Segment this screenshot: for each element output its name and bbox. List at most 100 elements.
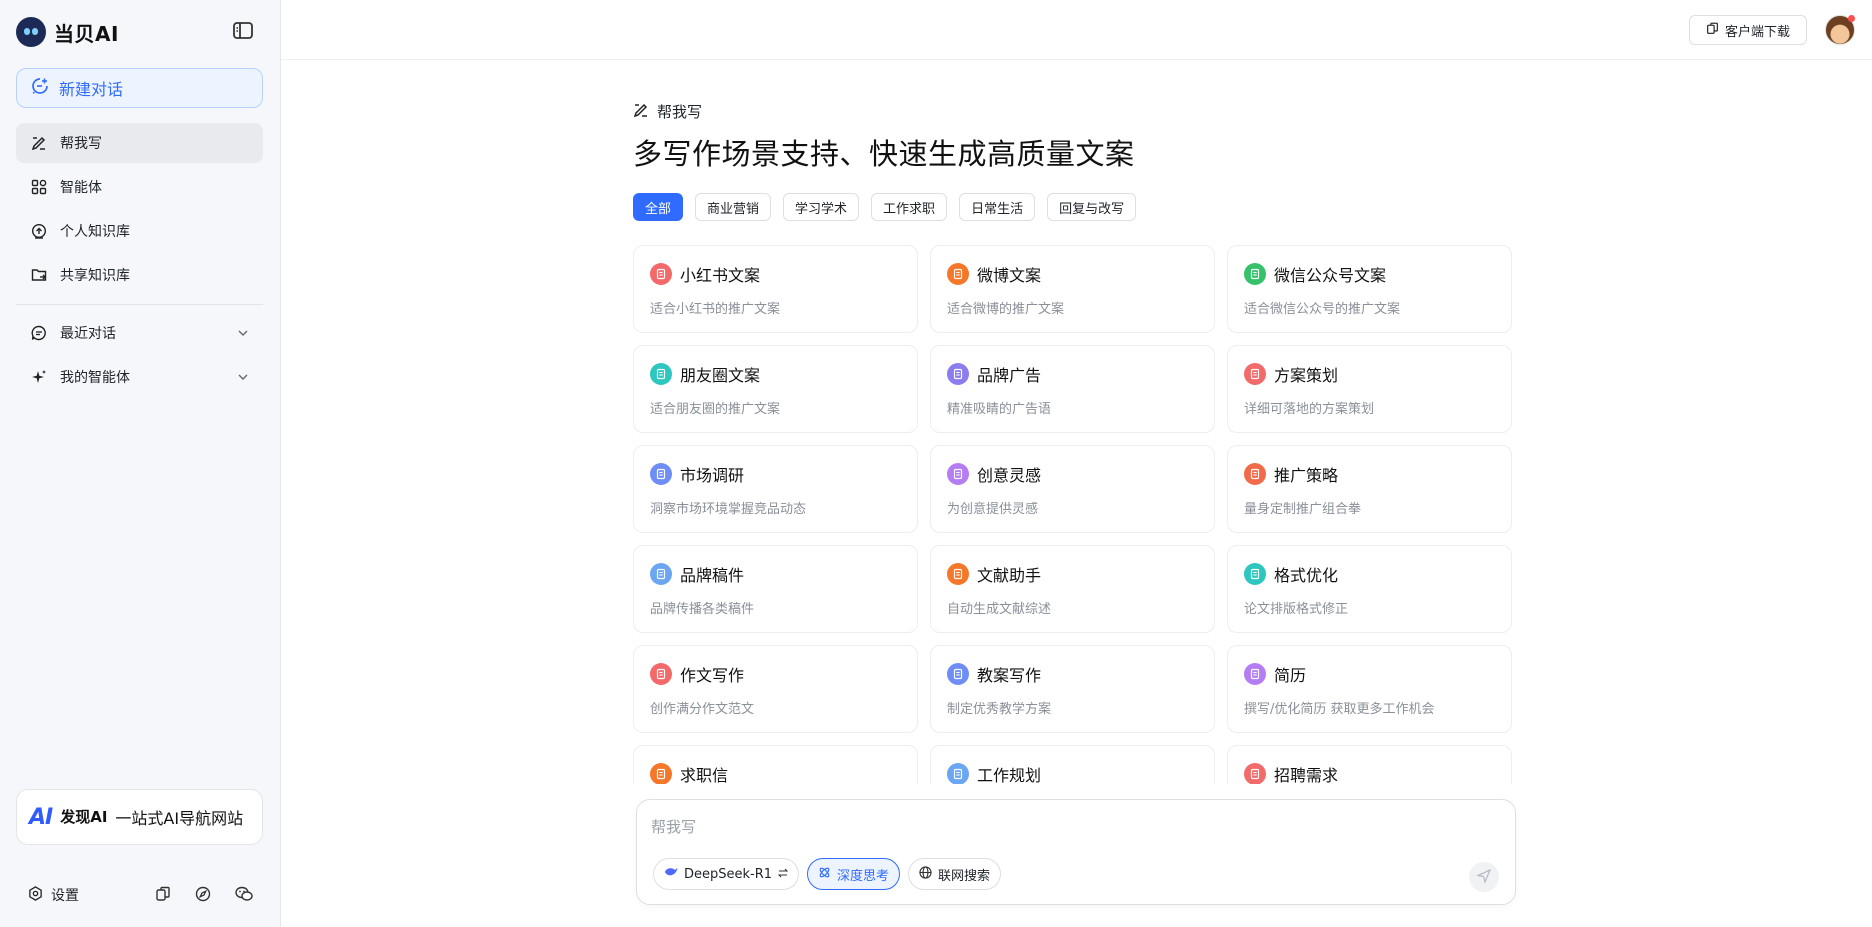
template-card[interactable]: 市场调研洞察市场环境掌握竞品动态 [633, 445, 918, 533]
template-card-icon [947, 763, 969, 784]
web-search-label: 联网搜索 [938, 868, 991, 884]
template-card-title: 教案写作 [977, 666, 1042, 685]
template-card-title: 品牌广告 [977, 366, 1042, 385]
sidebar-section-recent[interactable]: 最近对话 [16, 313, 263, 353]
template-card[interactable]: 方案策划详细可落地的方案策划 [1227, 345, 1512, 433]
filter-chip[interactable]: 全部 [633, 193, 684, 221]
template-card-desc: 适合微博的推广文案 [947, 302, 1065, 317]
sidebar-item-label: 个人知识库 [60, 224, 130, 240]
template-card[interactable]: 品牌广告精准吸睛的广告语 [930, 345, 1215, 433]
whale-icon [664, 866, 678, 882]
template-card-title: 文献助手 [977, 566, 1042, 585]
pen-icon [30, 134, 48, 152]
template-card[interactable]: 文献助手自动生成文献综述 [930, 545, 1215, 633]
template-card-title: 微信公众号文案 [1274, 266, 1387, 285]
sidebar-item-write[interactable]: 帮我写 [16, 123, 263, 163]
template-card-title: 招聘需求 [1274, 766, 1339, 784]
deep-think-toggle[interactable]: 深度思考 [807, 858, 901, 890]
promo-text: 一站式AI导航网站 [115, 809, 244, 828]
wechat-icon[interactable] [235, 886, 253, 904]
template-card[interactable]: 格式优化 论文排版格式修正 [1227, 545, 1512, 633]
template-card-title: 方案策划 [1274, 366, 1339, 385]
filter-chips: 全部 商业营销 学习学术 工作求职 日常生活 回复与改写 [633, 193, 1137, 221]
template-card-title: 工作规划 [977, 766, 1042, 784]
filter-chip[interactable]: 工作求职 [871, 193, 948, 221]
globe-icon [919, 865, 932, 883]
template-card[interactable]: 作文写作 创作满分作文范文 [633, 645, 918, 733]
upload-icon [30, 222, 48, 240]
template-card-desc: 自动生成文献综述 [947, 602, 1052, 617]
template-card-icon [650, 563, 672, 585]
template-card[interactable]: 创意灵感 为创意提供灵感 [930, 445, 1215, 533]
filter-chip[interactable]: 商业营销 [695, 193, 772, 221]
sidebar-item-label: 帮我写 [60, 136, 102, 152]
template-card[interactable]: 品牌稿件 品牌传播各类稿件 [633, 545, 918, 633]
template-card-desc: 详细可落地的方案策划 [1244, 402, 1375, 417]
template-card-desc: 精准吸睛的广告语 [947, 402, 1052, 417]
page-title: 多写作场景支持、快速生成高质量文案 [633, 137, 1135, 171]
template-card-icon [650, 763, 672, 784]
template-card-title: 简历 [1274, 666, 1307, 685]
template-card-title: 市场调研 [680, 466, 745, 485]
new-chat-label: 新建对话 [59, 80, 124, 99]
template-card[interactable]: 教案写作制定优秀教学方案 [930, 645, 1215, 733]
client-download-button[interactable]: 客户端下载 [1689, 15, 1807, 45]
apps-icon [30, 178, 48, 196]
client-download-label: 客户端下载 [1724, 24, 1790, 40]
sidebar-item-personal-kb[interactable]: 个人知识库 [16, 211, 263, 251]
folder-share-icon [30, 266, 48, 284]
sidebar-toggle-icon[interactable] [232, 21, 256, 43]
new-chat-button[interactable]: 新建对话 [16, 68, 263, 108]
promo-banner[interactable]: AI 发现AI 一站式AI导航网站 [16, 789, 263, 845]
chevron-down-icon[interactable] [235, 369, 251, 385]
sparkle-icon [30, 368, 48, 386]
filter-chip[interactable]: 回复与改写 [1047, 193, 1137, 221]
template-card-title: 微博文案 [977, 266, 1042, 285]
filter-chip[interactable]: 学习学术 [783, 193, 860, 221]
settings-label: 设置 [51, 888, 79, 904]
new-chat-icon [31, 77, 49, 99]
template-card[interactable]: 微信公众号文案 适合微信公众号的推广文案 [1227, 245, 1512, 333]
template-card-icon [947, 363, 969, 385]
compass-icon[interactable] [195, 886, 213, 904]
web-search-toggle[interactable]: 联网搜索 [908, 858, 1002, 890]
send-button[interactable] [1469, 862, 1499, 892]
template-card[interactable]: 求职信 [633, 745, 918, 784]
chat-icon [30, 324, 48, 342]
sidebar-section-my-agents[interactable]: 我的智能体 [16, 357, 263, 397]
model-label: DeepSeek-R1 [684, 866, 773, 882]
template-card-desc: 洞察市场环境掌握竞品动态 [650, 502, 807, 517]
template-card[interactable]: 工作规划 [930, 745, 1215, 784]
template-card-icon [650, 263, 672, 285]
filter-chip[interactable]: 日常生活 [959, 193, 1036, 221]
settings-button[interactable]: 设置 [16, 885, 79, 905]
template-card-desc: 创作满分作文范文 [650, 702, 755, 717]
brand-name: 当贝AI [54, 21, 119, 46]
copy-device-icon [1706, 22, 1719, 39]
template-card-desc: 适合小红书的推广文案 [650, 302, 781, 317]
template-card-icon [650, 363, 672, 385]
promo-brand: 发现AI [60, 808, 108, 826]
template-card-icon [947, 663, 969, 685]
template-grid-container: 小红书文案 适合小红书的推广文案 微博文案 适合微博的推广文案 微信公众号文案 适合微信公… [633, 245, 1513, 784]
template-card[interactable]: 简历 撰写/优化简历 获取更多工作机会 [1227, 645, 1512, 733]
template-card[interactable]: 微博文案适合微博的推广文案 [930, 245, 1215, 333]
template-card-title: 求职信 [680, 766, 729, 784]
chevron-down-icon[interactable] [235, 325, 251, 341]
atom-icon [818, 866, 831, 883]
template-card[interactable]: 朋友圈文案 适合朋友圈的推广文案 [633, 345, 918, 433]
template-card[interactable]: 推广策略 量身定制推广组合拳 [1227, 445, 1512, 533]
template-card-icon [947, 563, 969, 585]
template-card[interactable]: 小红书文案 适合小红书的推广文案 [633, 245, 918, 333]
sidebar-item-shared-kb[interactable]: 共享知识库 [16, 255, 263, 295]
template-card-desc: 制定优秀教学方案 [947, 702, 1052, 717]
model-selector-button[interactable]: DeepSeek-R1 [653, 858, 800, 890]
template-card-desc: 适合朋友圈的推广文案 [650, 402, 781, 417]
sidebar-item-agents[interactable]: 智能体 [16, 167, 263, 207]
swap-icon [777, 867, 789, 882]
template-card[interactable]: 招聘需求 [1227, 745, 1512, 784]
copy-device-icon[interactable] [155, 886, 173, 904]
brand[interactable]: 当贝AI [16, 14, 119, 50]
avatar[interactable] [1825, 15, 1855, 45]
chat-input[interactable] [651, 812, 1491, 842]
